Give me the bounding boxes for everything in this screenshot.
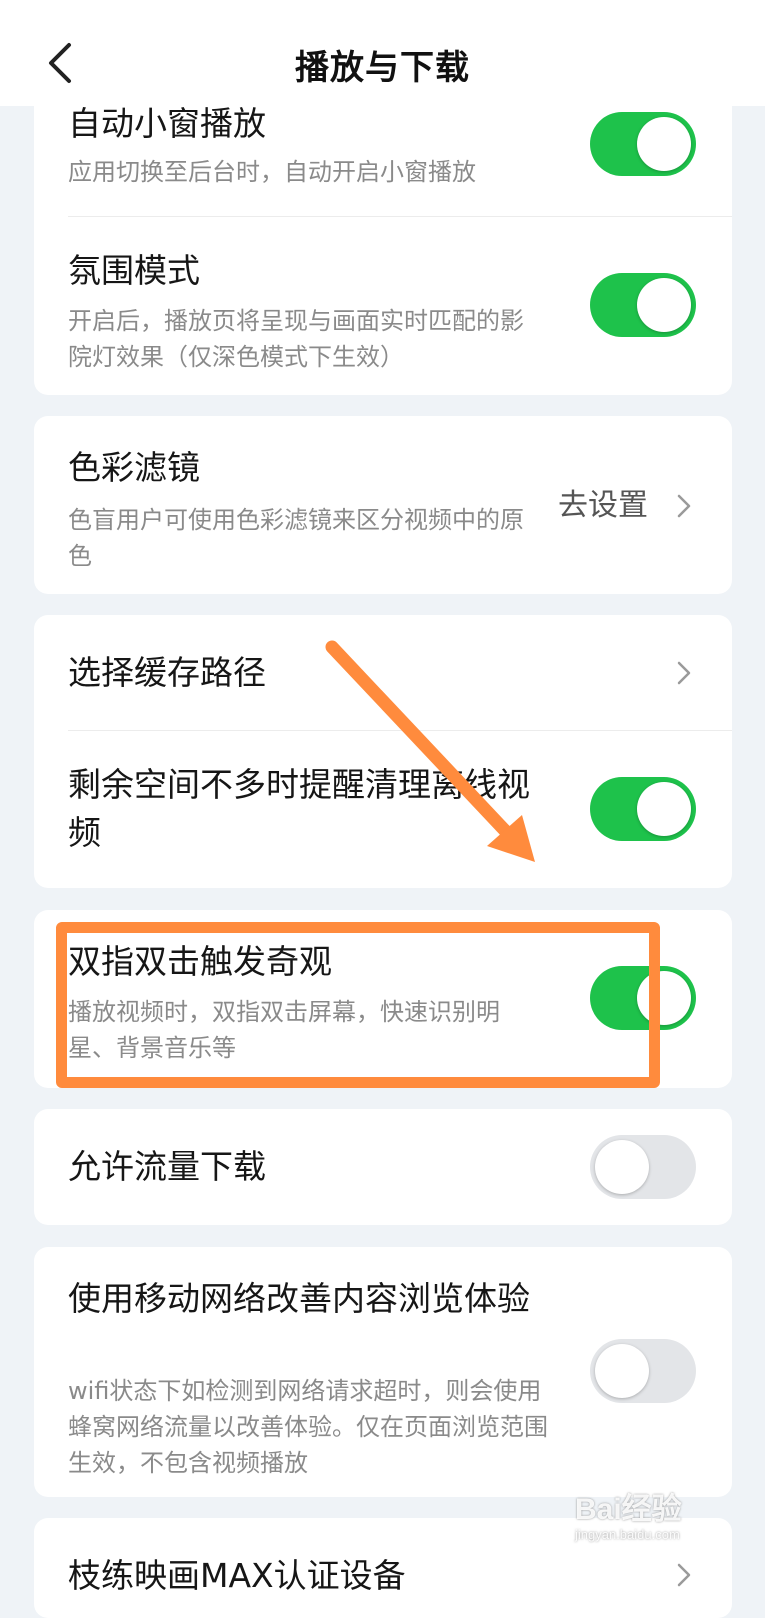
setting-title: 选择缓存路径 xyxy=(68,653,266,692)
setting-description: wifi状态下如检测到网络请求超时，则会使用蜂窝网络流量以改善体验。仅在页面浏览… xyxy=(68,1377,548,1477)
chevron-right-icon xyxy=(677,661,691,685)
chevron-right-icon xyxy=(677,494,691,518)
page-title: 播放与下载 xyxy=(295,48,470,88)
settings-card-color-filter[interactable]: 色彩滤镜 色盲用户可使用色彩滤镜来区分视频中的原色 去设置 xyxy=(34,416,732,594)
low-space-reminder-toggle[interactable] xyxy=(590,777,696,841)
setting-row-low-space-reminder: 剩余空间不多时提醒清理离线视频 xyxy=(34,731,732,888)
setting-row-cache-path[interactable]: 选择缓存路径 xyxy=(34,615,732,730)
watermark-url: jingyan.baidu.com xyxy=(575,1527,680,1542)
go-settings-link[interactable]: 去设置 xyxy=(558,486,648,526)
setting-title: 允许流量下载 xyxy=(68,1147,266,1186)
settings-card-data-download: 允许流量下载 xyxy=(34,1109,732,1225)
chevron-right-icon xyxy=(677,1563,691,1587)
setting-title: 色彩滤镜 xyxy=(68,448,200,487)
setting-title: 枝练映画MAX认证设备 xyxy=(68,1556,406,1595)
ambient-mode-toggle[interactable] xyxy=(590,273,696,337)
data-download-toggle[interactable] xyxy=(590,1135,696,1199)
settings-card-mobile-network: 使用移动网络改善内容浏览体验 wifi状态下如检测到网络请求超时，则会使用蜂窝网… xyxy=(34,1247,732,1497)
setting-title: 使用移动网络改善内容浏览体验 xyxy=(68,1279,530,1318)
toggle-knob xyxy=(637,278,691,332)
mobile-network-toggle[interactable] xyxy=(590,1339,696,1403)
baidu-jingyan-watermark: Bai经验 jingyan.baidu.com xyxy=(575,1493,745,1559)
setting-description: 色盲用户可使用色彩滤镜来区分视频中的原色 xyxy=(68,506,524,570)
settings-card-1: 自动小窗播放 应用切换至后台时，自动开启小窗播放 氛围模式 开启后，播放页将呈现… xyxy=(34,60,732,395)
auto-mini-window-toggle[interactable] xyxy=(590,112,696,176)
setting-description: 开启后，播放页将呈现与画面实时匹配的影院灯效果（仅深色模式下生效） xyxy=(68,307,524,371)
toggle-knob xyxy=(637,782,691,836)
toggle-knob xyxy=(595,1140,649,1194)
toggle-knob xyxy=(595,1344,649,1398)
setting-title: 剩余空间不多时提醒清理离线视频 xyxy=(68,765,530,852)
setting-title: 氛围模式 xyxy=(68,251,200,290)
settings-card-storage: 选择缓存路径 剩余空间不多时提醒清理离线视频 xyxy=(34,615,732,888)
header-bar: 播放与下载 xyxy=(0,0,765,106)
watermark-brand: Bai经验 xyxy=(575,1493,682,1526)
setting-description: 应用切换至后台时，自动开启小窗播放 xyxy=(68,158,476,186)
setting-title: 自动小窗播放 xyxy=(68,104,266,143)
setting-row-ambient-mode: 氛围模式 开启后，播放页将呈现与画面实时匹配的影院灯效果（仅深色模式下生效） xyxy=(34,217,732,395)
annotation-highlight-box xyxy=(56,922,660,1088)
toggle-knob xyxy=(637,117,691,171)
